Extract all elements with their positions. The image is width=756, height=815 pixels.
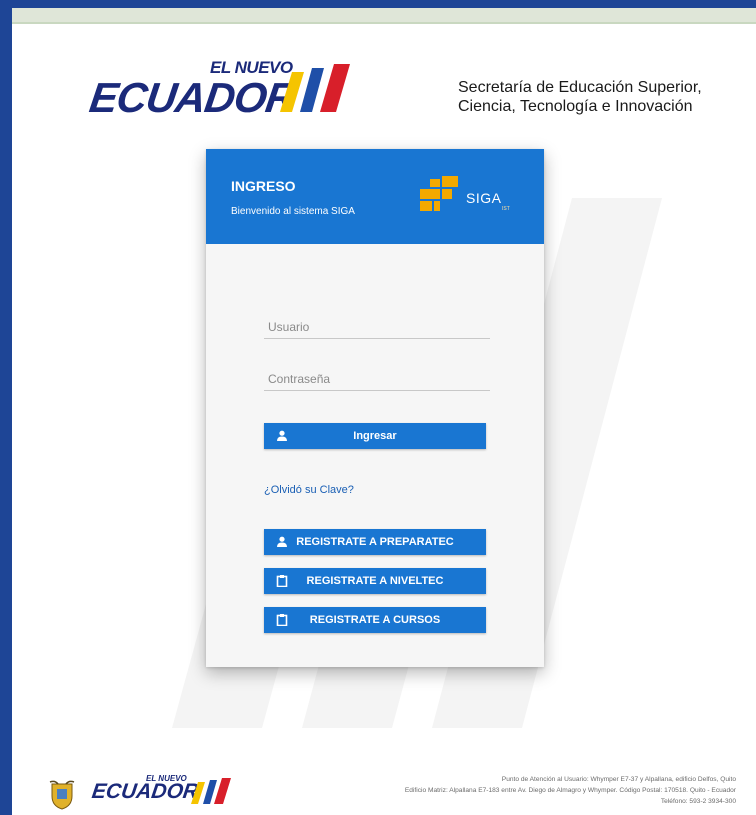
login-title: INGRESO	[231, 178, 296, 194]
brand-ecuador: ECUADOR	[86, 74, 299, 121]
siga-logo-text: SIGA	[466, 190, 502, 206]
person-icon	[277, 536, 287, 547]
footer-line-2: Edificio Matriz: Alpallana E7-183 entre …	[404, 787, 736, 794]
footer-line-1: Punto de Atención al Usuario: Whymper E7…	[501, 776, 736, 783]
footer-contact-info: Punto de Atención al Usuario: Whymper E7…	[216, 774, 736, 807]
login-subtitle: Bienvenido al sistema SIGA	[231, 206, 355, 217]
clipboard-icon	[276, 575, 288, 587]
coat-of-arms-icon	[49, 780, 75, 810]
password-input[interactable]	[264, 368, 490, 391]
page-frame: EL NUEVO ECUADOR Secretaría de Educación…	[12, 8, 756, 815]
flag-stripes-icon	[280, 64, 350, 112]
forgot-password-link[interactable]: ¿Olvidó su Clave?	[264, 484, 354, 496]
footer-brand-ecuador: ECUADOR	[90, 780, 200, 803]
username-input[interactable]	[264, 316, 490, 339]
register-cursos-button[interactable]: REGISTRATE A CURSOS	[264, 607, 486, 633]
secretaria-line-1: Secretaría de Educación Superior,	[458, 79, 702, 96]
siga-logo-small: IST	[502, 206, 510, 212]
login-card: INGRESO Bienvenido al sistema SIGA SIGA …	[206, 149, 544, 667]
person-icon	[277, 430, 287, 441]
register-niveltec-button[interactable]: REGISTRATE A NIVELTEC	[264, 568, 486, 594]
clipboard-icon	[276, 614, 288, 626]
register-niveltec-label: REGISTRATE A NIVELTEC	[306, 575, 444, 587]
register-cursos-label: REGISTRATE A CURSOS	[309, 614, 441, 626]
ecuador-logo: EL NUEVO ECUADOR	[84, 54, 384, 124]
register-preparatec-label: REGISTRATE A PREPARATEC	[296, 536, 454, 548]
secretaria-line-2: Ciencia, Tecnología e Innovación	[458, 98, 693, 115]
footer-line-3: Teléfono: 593-2 3934-300	[660, 798, 736, 805]
secretaria-title: Secretaría de Educación Superior, Cienci…	[458, 78, 748, 116]
register-preparatec-button[interactable]: REGISTRATE A PREPARATEC	[264, 529, 486, 555]
login-button[interactable]: Ingresar	[264, 423, 486, 449]
login-card-header: INGRESO Bienvenido al sistema SIGA SIGA …	[206, 149, 544, 244]
login-button-label: Ingresar	[353, 430, 397, 442]
